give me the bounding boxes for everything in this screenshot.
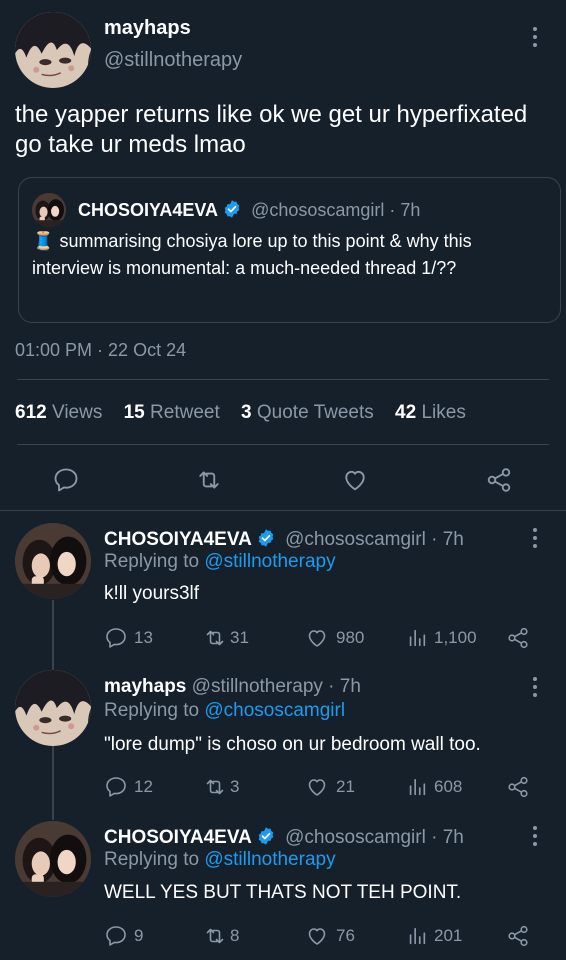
reply-handle[interactable]: @chososcamgirl · 7h <box>285 529 464 550</box>
like-icon <box>304 775 330 799</box>
views-button[interactable]: 201 <box>406 924 462 948</box>
reply-text: WELL YES BUT THATS NOT TEH POINT. <box>104 882 462 903</box>
quoted-tweet-text: summarising chosiya lore up to this poin… <box>59 231 472 251</box>
like-icon <box>340 466 370 494</box>
replying-to: Replying to @stillnotherapy <box>104 849 336 870</box>
reply-header: mayhaps @stillnotherapy · 7h <box>104 676 361 698</box>
quoted-tweet-avatar <box>32 193 66 227</box>
quoted-tweet-time: · 7h <box>389 200 421 220</box>
avatar-image <box>15 523 91 599</box>
thread-connector <box>52 746 54 820</box>
reply-button[interactable] <box>52 466 80 494</box>
reply-button[interactable]: 13 <box>104 626 153 650</box>
quoted-tweet-text-line-1: 🧵 summarising chosiya lore up to this po… <box>32 231 472 252</box>
verified-icon <box>256 826 276 846</box>
reply-display-name[interactable]: CHOSOIYA4EVA <box>104 827 252 848</box>
like-button[interactable]: 980 <box>304 626 364 650</box>
like-button[interactable]: 76 <box>304 924 355 948</box>
reply-avatar[interactable] <box>15 523 91 599</box>
reply-icon <box>52 466 80 494</box>
reply-button[interactable]: 9 <box>104 924 143 948</box>
views-icon <box>406 626 428 650</box>
reply-display-name[interactable]: CHOSOIYA4EVA <box>104 529 252 550</box>
main-tweet-avatar[interactable] <box>15 12 91 88</box>
reply-more-icon[interactable] <box>525 672 545 702</box>
retweet-icon <box>202 924 228 948</box>
thread-connector <box>52 600 54 670</box>
share-icon <box>506 775 530 799</box>
reply-icon <box>104 924 128 948</box>
reply-header: CHOSOIYA4EVA @chososcamgirl · 7h <box>104 826 464 849</box>
reply-avatar[interactable] <box>15 670 91 746</box>
replying-to-link[interactable]: @chososcamgirl <box>204 700 345 721</box>
divider <box>17 379 549 380</box>
quote-tweets-stat[interactable]: 3 Quote Tweets <box>241 402 374 423</box>
avatar-image <box>15 821 91 897</box>
replying-to-link[interactable]: @stillnotherapy <box>204 849 335 870</box>
retweet-button[interactable]: 31 <box>202 626 249 650</box>
share-icon <box>506 626 530 650</box>
main-tweet-text-line-2: go take ur meds lmao <box>15 131 246 158</box>
replying-to: Replying to @chososcamgirl <box>104 700 346 721</box>
main-tweet-handle[interactable]: @stillnotherapy <box>104 49 242 72</box>
main-tweet-text-line-1: the yapper returns like ok we get ur hyp… <box>15 101 528 128</box>
verified-icon <box>256 528 276 548</box>
main-tweet-more-icon[interactable] <box>525 22 545 52</box>
retweet-button[interactable]: 3 <box>202 775 239 799</box>
reply-button[interactable]: 12 <box>104 775 153 799</box>
like-button[interactable]: 21 <box>304 775 355 799</box>
likes-stat[interactable]: 42 Likes <box>395 402 466 423</box>
thread-emoji-icon: 🧵 <box>32 231 55 251</box>
reply-more-icon[interactable] <box>525 523 545 553</box>
reply-avatar[interactable] <box>15 821 91 897</box>
avatar-image <box>15 670 91 746</box>
replying-to: Replying to @stillnotherapy <box>104 551 336 572</box>
reply-handle[interactable]: @chososcamgirl · 7h <box>285 827 464 848</box>
quoted-tweet-header: CHOSOIYA4EVA @chososcamgirl · 7h <box>78 199 420 221</box>
section-divider <box>0 510 566 511</box>
reply-icon <box>104 626 128 650</box>
share-button[interactable] <box>506 775 530 799</box>
like-icon <box>304 924 330 948</box>
views-icon <box>406 924 428 948</box>
views-button[interactable]: 1,100 <box>406 626 477 650</box>
retweet-icon <box>194 466 224 494</box>
verified-icon <box>222 199 242 219</box>
reply-header: CHOSOIYA4EVA @chososcamgirl · 7h <box>104 528 464 551</box>
reply-text: k!ll yours3lf <box>104 583 200 604</box>
retweet-icon <box>202 775 228 799</box>
share-button[interactable] <box>484 466 514 494</box>
reply-display-name[interactable]: mayhaps <box>104 676 186 697</box>
divider <box>17 444 549 445</box>
retweet-button[interactable]: 8 <box>202 924 239 948</box>
retweet-icon <box>202 626 228 650</box>
main-tweet-display-name[interactable]: mayhaps <box>104 17 191 40</box>
share-icon <box>506 924 530 948</box>
quoted-tweet-text-line-2: interview is monumental: a much-needed t… <box>32 258 457 278</box>
like-icon <box>304 626 330 650</box>
reply-handle[interactable]: @stillnotherapy · 7h <box>192 676 361 697</box>
retweet-button[interactable] <box>194 466 224 494</box>
share-button[interactable] <box>506 924 530 948</box>
avatar-image <box>32 193 66 227</box>
reply-icon <box>104 775 128 799</box>
reply-text: "lore dump" is choso on ur bedroom wall … <box>104 734 481 755</box>
quoted-tweet-handle: @chososcamgirl <box>251 200 385 220</box>
reply-more-icon[interactable] <box>525 821 545 851</box>
replying-to-link[interactable]: @stillnotherapy <box>204 551 335 572</box>
share-icon <box>484 466 514 494</box>
avatar-image <box>15 12 91 88</box>
quoted-tweet-display-name: CHOSOIYA4EVA <box>78 200 219 220</box>
views-button[interactable]: 608 <box>406 775 462 799</box>
tweet-stats: 612 Views 15 Retweet 3 Quote Tweets 42 L… <box>15 402 466 424</box>
retweets-stat[interactable]: 15 Retweet <box>124 402 220 423</box>
share-button[interactable] <box>506 626 530 650</box>
views-icon <box>406 775 428 799</box>
views-stat[interactable]: 612 Views <box>15 402 102 423</box>
main-tweet-timestamp: 01:00 PM · 22 Oct 24 <box>15 340 187 360</box>
like-button[interactable] <box>340 466 370 494</box>
